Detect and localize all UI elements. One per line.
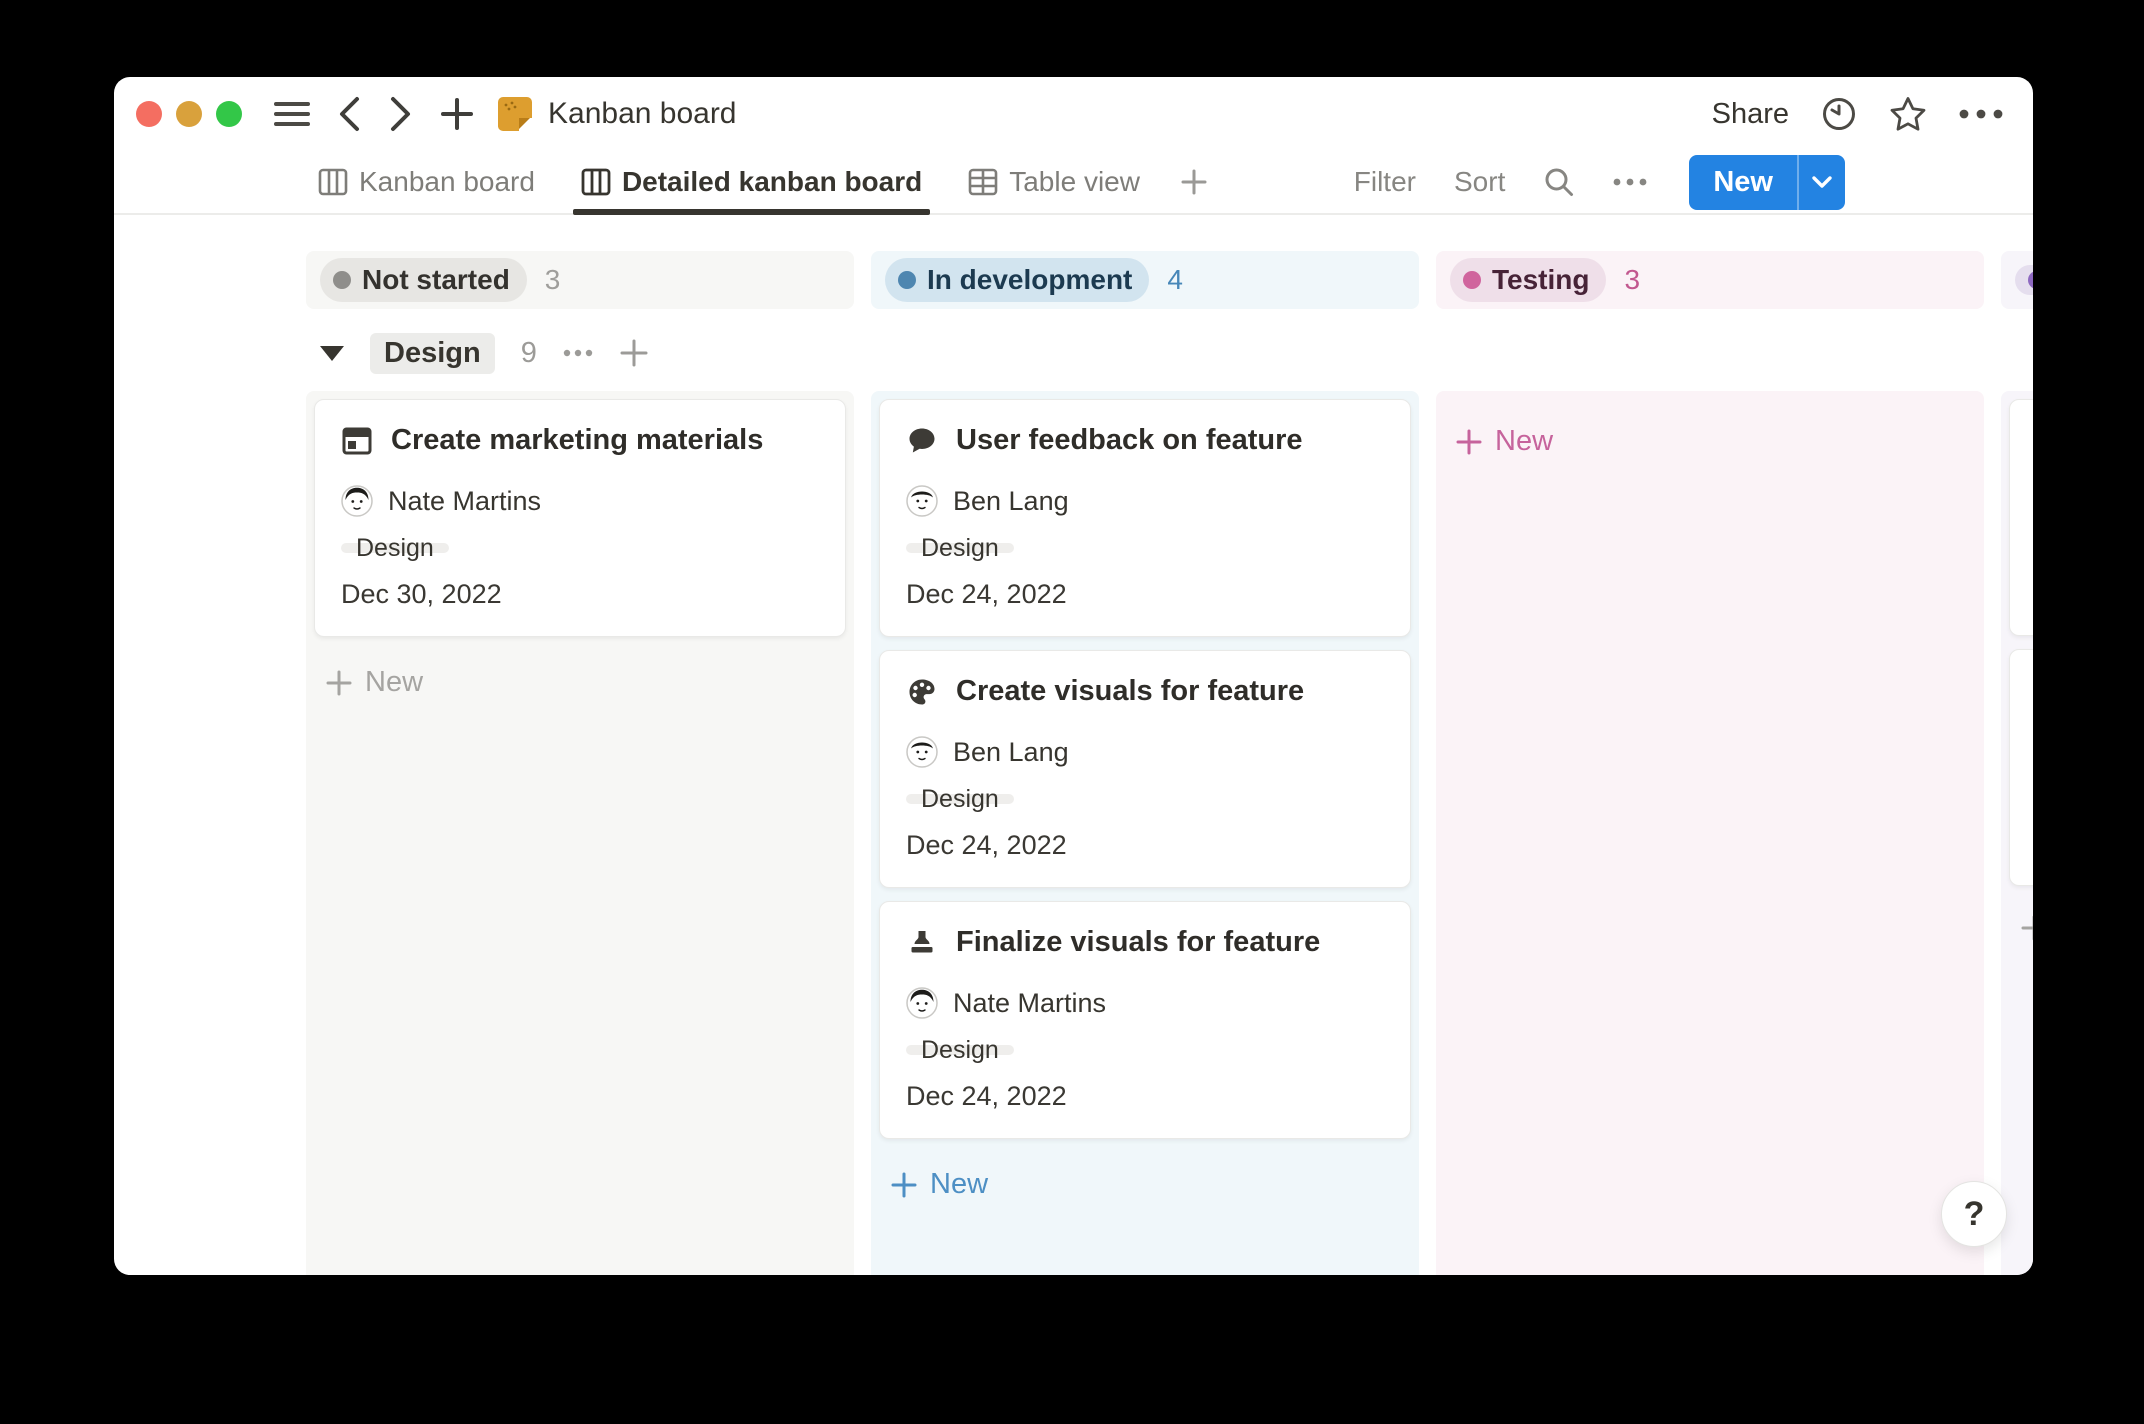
titlebar: Kanban board Share — [114, 77, 2033, 151]
column-count: 4 — [1167, 264, 1183, 296]
assignee-name: Ben Lang — [953, 737, 1069, 768]
column-header: In development 4 — [871, 251, 1419, 309]
status-pill[interactable] — [2015, 265, 2033, 295]
card-finalize-visuals-for-feature[interactable]: Finalize visuals for feature Nate Martin… — [879, 901, 1411, 1139]
column-header: Not started 3 — [306, 251, 854, 309]
stamp-icon — [906, 927, 938, 959]
tag-design: Design — [341, 543, 449, 553]
zoom-window-button[interactable] — [216, 101, 242, 127]
tab-label: Detailed kanban board — [622, 166, 922, 198]
tab-detailed-kanban-board[interactable]: Detailed kanban board — [581, 151, 922, 213]
chevron-down-icon[interactable] — [1797, 155, 1845, 210]
column-not-started: Not started 3 Create marketing materials — [306, 251, 854, 1275]
favorite-star-icon[interactable] — [1889, 96, 1927, 132]
column-in-development: In development 4 User feedback on featur… — [871, 251, 1419, 1275]
add-card-button[interactable] — [2009, 899, 2033, 957]
column-count: 3 — [545, 264, 561, 296]
speech-bubble-icon — [906, 425, 938, 457]
add-card-button[interactable]: New — [879, 1152, 1411, 1217]
card-title-text: Finalize visuals for feature — [956, 926, 1320, 959]
assignee-name: Nate Martins — [388, 486, 541, 517]
traffic-lights — [136, 101, 242, 127]
forward-icon[interactable] — [388, 95, 414, 133]
status-pill[interactable]: Testing — [1450, 258, 1606, 302]
add-card-label: New — [930, 1168, 988, 1201]
card-create-marketing-materials[interactable]: Create marketing materials Nate Martins … — [314, 399, 846, 637]
tab-table-view[interactable]: Table view — [968, 151, 1140, 213]
card-partial[interactable]: Design Dec 24, 2022 — [2009, 649, 2033, 886]
add-card-button[interactable]: New — [1444, 409, 1976, 474]
tag-design: Design — [906, 543, 1014, 553]
add-view-icon[interactable] — [1180, 151, 1208, 213]
new-button-label[interactable]: New — [1689, 155, 1797, 210]
add-card-label: New — [365, 666, 423, 699]
tab-kanban-board[interactable]: Kanban board — [318, 151, 535, 213]
tab-label: Kanban board — [359, 166, 535, 198]
status-dot — [898, 271, 916, 289]
palette-icon — [906, 676, 938, 708]
history-clock-icon[interactable] — [1821, 96, 1857, 132]
card-date: Dec 24, 2022 — [906, 579, 1384, 610]
status-pill[interactable]: In development — [885, 258, 1149, 302]
card-date: Dec 30, 2022 — [341, 579, 819, 610]
status-label: In development — [927, 264, 1132, 296]
filter-button[interactable]: Filter — [1354, 166, 1416, 198]
column-body: Create marketing materials Nate Martins … — [306, 391, 854, 1275]
card-create-visuals-for-feature[interactable]: Create visuals for feature Ben Lang Desi… — [879, 650, 1411, 888]
column-partial: Design Dec 24, 2022 — [2001, 251, 2033, 1275]
avatar — [341, 485, 373, 517]
help-button[interactable]: ? — [1941, 1181, 2007, 1247]
more-options-icon[interactable] — [1959, 109, 2003, 119]
avatar — [906, 485, 938, 517]
avatar — [906, 987, 938, 1019]
column-testing: Testing 3 New — [1436, 251, 1984, 1275]
card-title-text: User feedback on feature — [956, 424, 1303, 457]
share-button[interactable]: Share — [1712, 98, 1789, 131]
add-card-label: New — [1495, 425, 1553, 458]
search-icon[interactable] — [1543, 166, 1575, 198]
frame-icon — [341, 425, 373, 457]
column-body: Design Dec 24, 2022 — [2001, 391, 2033, 1275]
page-title: Kanban board — [548, 97, 737, 131]
sidebar-menu-icon[interactable] — [274, 99, 310, 129]
new-button[interactable]: New — [1689, 155, 1845, 210]
assignee-name: Nate Martins — [953, 988, 1106, 1019]
tag-design: Design — [906, 794, 1014, 804]
kanban-board: Design 9 Not started 3 — [114, 215, 2033, 1275]
view-options-icon[interactable] — [1613, 178, 1647, 186]
new-page-icon[interactable] — [440, 97, 474, 131]
column-body: User feedback on feature Ben Lang Design… — [871, 391, 1419, 1275]
sort-button[interactable]: Sort — [1454, 166, 1505, 198]
app-window: Kanban board Share Kanban board Detailed… — [114, 77, 2033, 1275]
page-icon — [496, 95, 534, 133]
card-date: Dec 24, 2022 — [906, 830, 1384, 861]
column-header — [2001, 251, 2033, 309]
back-icon[interactable] — [336, 95, 362, 133]
close-window-button[interactable] — [136, 101, 162, 127]
card-partial[interactable]: Design Dec 24, 2022 — [2009, 399, 2033, 636]
add-card-button[interactable]: New — [314, 650, 846, 715]
status-dot — [333, 271, 351, 289]
column-body: New — [1436, 391, 1984, 1275]
assignee-name: Ben Lang — [953, 486, 1069, 517]
card-title-text: Create visuals for feature — [956, 675, 1304, 708]
column-count: 3 — [1624, 264, 1640, 296]
minimize-window-button[interactable] — [176, 101, 202, 127]
column-header: Testing 3 — [1436, 251, 1984, 309]
status-dot — [2028, 271, 2033, 289]
status-label: Testing — [1492, 264, 1589, 296]
tag-design: Design — [906, 1045, 1014, 1055]
status-label: Not started — [362, 264, 510, 296]
card-date: Dec 24, 2022 — [906, 1081, 1384, 1112]
avatar — [906, 736, 938, 768]
card-user-feedback-on-feature[interactable]: User feedback on feature Ben Lang Design… — [879, 399, 1411, 637]
view-tabs-bar: Kanban board Detailed kanban board Table… — [114, 151, 2033, 215]
status-pill[interactable]: Not started — [320, 258, 527, 302]
tab-label: Table view — [1009, 166, 1140, 198]
card-title-text: Create marketing materials — [391, 424, 763, 457]
status-dot — [1463, 271, 1481, 289]
